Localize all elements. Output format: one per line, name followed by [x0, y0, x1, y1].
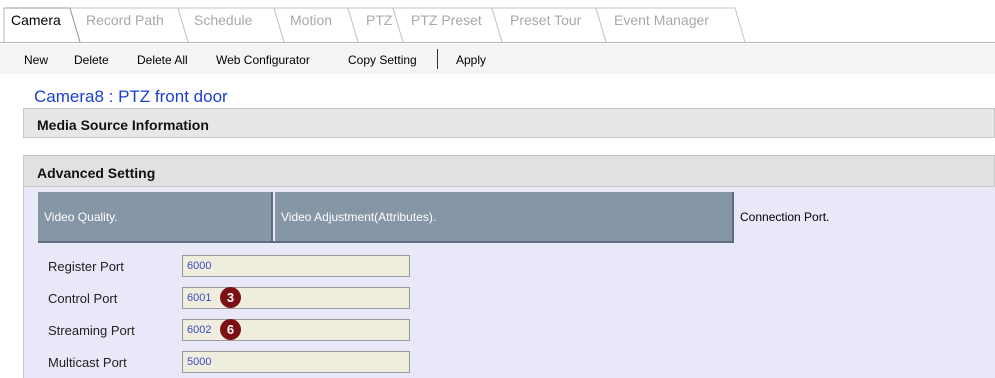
delete-button[interactable]: Delete: [74, 53, 109, 67]
tab-label: PTZ: [366, 12, 393, 28]
section-title: Media Source Information: [37, 117, 209, 133]
media-source-section-header[interactable]: Media Source Information: [23, 108, 995, 138]
tab-camera[interactable]: Camera: [11, 5, 61, 43]
copy-setting-button[interactable]: Copy Setting: [348, 53, 417, 67]
web-configurator-button[interactable]: Web Configurator: [216, 53, 310, 67]
tab-label: Preset Tour: [510, 12, 582, 28]
subtab-video-quality[interactable]: Video Quality.: [38, 192, 273, 241]
subtab-video-adjustment[interactable]: Video Adjustment(Attributes).: [275, 192, 734, 241]
subtab-underline: [38, 241, 734, 243]
control-port-label: Control Port: [48, 291, 118, 306]
streaming-port-label: Streaming Port: [48, 323, 135, 338]
tab-label: Motion: [290, 12, 333, 28]
multicast-port-row: Multicast Port: [48, 351, 410, 373]
tab-label: Record Path: [86, 12, 164, 28]
tab-label: Camera: [11, 12, 61, 28]
streaming-port-input[interactable]: [182, 319, 410, 341]
tab-label: Schedule: [194, 12, 253, 28]
tab-preset-tour[interactable]: Preset Tour: [510, 5, 581, 43]
tab-label: Event Manager: [614, 12, 709, 28]
register-port-label: Register Port: [48, 259, 124, 274]
control-port-input[interactable]: [182, 287, 410, 309]
page-title: Camera8 : PTZ front door: [34, 87, 228, 106]
streaming-port-row: Streaming Port 6: [48, 319, 410, 341]
apply-button[interactable]: Apply: [456, 53, 486, 67]
annotation-badge: 3: [220, 287, 241, 308]
subtab-label: Connection Port.: [740, 210, 830, 224]
toolbar-separator: [437, 49, 438, 69]
tab-motion[interactable]: Motion: [290, 5, 332, 43]
control-port-row: Control Port 3: [48, 287, 410, 309]
tab-schedule[interactable]: Schedule: [194, 5, 252, 43]
register-port-input[interactable]: [182, 255, 410, 277]
multicast-port-label: Multicast Port: [48, 355, 127, 370]
new-button[interactable]: New: [24, 53, 48, 67]
register-port-row: Register Port: [48, 255, 410, 277]
subtab-connection-port[interactable]: Connection Port.: [734, 192, 995, 241]
toolbar: New Delete Delete All Web Configurator C…: [0, 44, 995, 74]
tab-event-manager[interactable]: Event Manager: [614, 5, 709, 43]
annotation-badge: 6: [220, 319, 241, 340]
section-title: Advanced Setting: [37, 165, 156, 181]
tab-record-path[interactable]: Record Path: [86, 5, 164, 43]
multicast-port-input[interactable]: [182, 351, 410, 373]
advanced-setting-panel: Video Quality. Video Adjustment(Attribut…: [23, 187, 995, 378]
delete-all-button[interactable]: Delete All: [137, 53, 188, 67]
tab-ptz-preset[interactable]: PTZ Preset: [411, 5, 482, 43]
tab-strip: Camera Record Path Schedule Motion PTZ P…: [0, 0, 995, 44]
tab-ptz[interactable]: PTZ: [366, 5, 392, 43]
subtab-label: Video Adjustment(Attributes).: [281, 210, 437, 224]
advanced-setting-section-header[interactable]: Advanced Setting: [23, 155, 995, 187]
tab-label: PTZ Preset: [411, 12, 482, 28]
subtab-label: Video Quality.: [44, 210, 118, 224]
